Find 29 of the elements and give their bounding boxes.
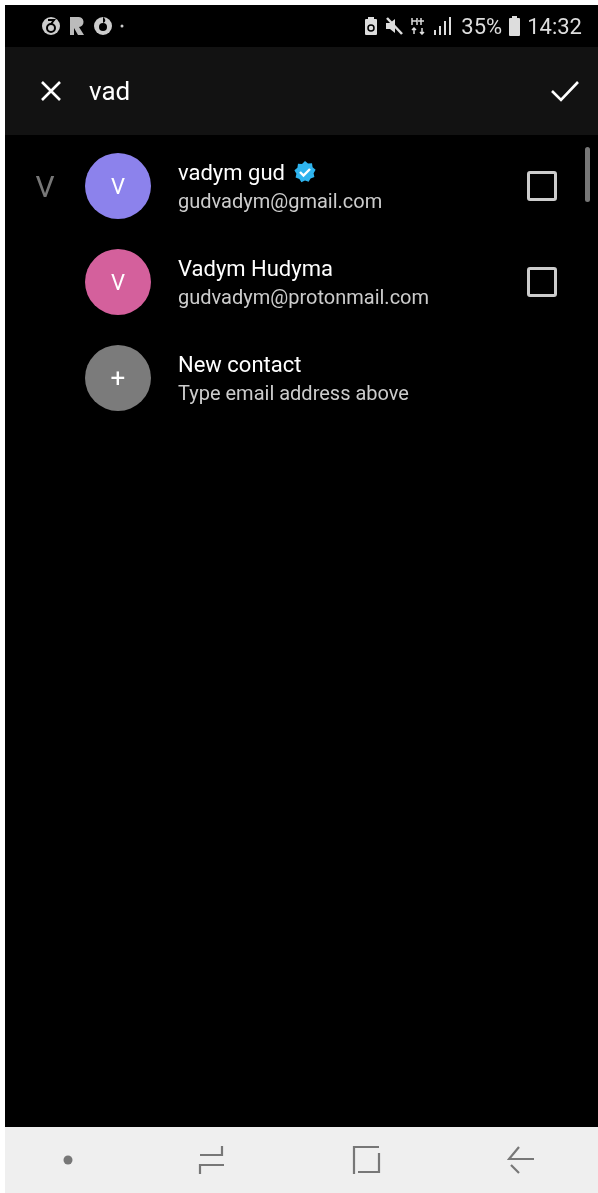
dot-icon bbox=[120, 24, 124, 28]
select-checkbox[interactable] bbox=[527, 267, 557, 297]
contact-row[interactable]: V Vadym Hudyma gudvadym@protonmail.com bbox=[5, 234, 598, 330]
contact-name: vadym gud bbox=[178, 159, 285, 185]
clock: 14:32 bbox=[527, 13, 582, 39]
add-contact-avatar: + bbox=[85, 345, 151, 411]
battery-saver-icon bbox=[365, 17, 378, 35]
search-field[interactable]: vad bbox=[89, 76, 524, 106]
home-icon[interactable] bbox=[351, 1145, 382, 1175]
section-letter: V bbox=[35, 168, 55, 204]
contact-avatar: V bbox=[85, 153, 151, 219]
hint-text: Type email address above bbox=[178, 380, 410, 405]
contact-email: gudvadym@gmail.com bbox=[178, 188, 384, 213]
contact-avatar: V bbox=[85, 249, 151, 315]
contact-row[interactable]: V V vadym gud gudvadym@gmail.com bbox=[5, 138, 598, 234]
battery-icon bbox=[509, 16, 521, 36]
back-icon[interactable] bbox=[507, 1145, 536, 1175]
battery-percent: 35% bbox=[461, 13, 503, 39]
recent-apps-icon[interactable] bbox=[198, 1145, 227, 1175]
contact-name: Vadym Hudyma bbox=[178, 255, 333, 281]
mute-icon bbox=[384, 17, 405, 35]
network-icon bbox=[411, 17, 426, 35]
scrollbar bbox=[585, 147, 590, 202]
contact-row[interactable]: + New contact Type email address above bbox=[5, 330, 598, 426]
contact-email: gudvadym@protonmail.com bbox=[178, 284, 431, 309]
select-checkbox[interactable] bbox=[527, 171, 557, 201]
search-bar[interactable]: vad bbox=[5, 47, 598, 135]
contact-name: New contact bbox=[178, 351, 302, 377]
dot-icon[interactable] bbox=[62, 1155, 73, 1165]
